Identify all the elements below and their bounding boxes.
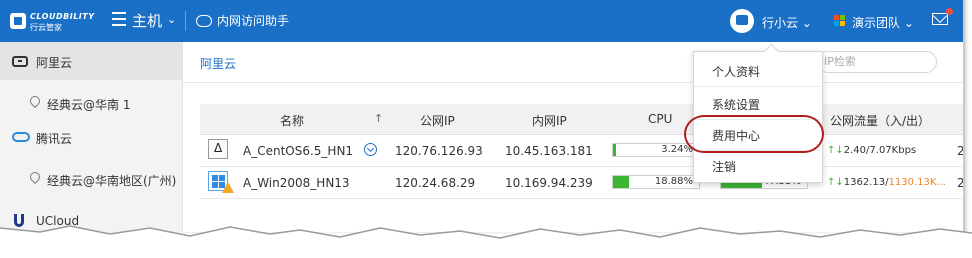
annotation-highlight-circle — [684, 115, 824, 153]
user-menu-toggle[interactable]: 行小云 ⌄ — [762, 14, 812, 31]
warning-icon — [222, 182, 234, 193]
brand-name-cn: 行云管家 — [30, 23, 62, 32]
menu-item-profile[interactable]: 个人资料 — [694, 54, 820, 86]
search-input[interactable]: IP检索 — [817, 51, 937, 73]
traffic-value: ↑↓1362.13/1130.13K... — [827, 177, 946, 188]
row-extra-value: 2 — [957, 144, 965, 158]
menu-item-label: 个人资料 — [712, 65, 761, 79]
traffic-in-value: 1362.13/ — [843, 177, 889, 188]
table-row[interactable]: A_CentOS6.5_HN1 120.76.126.93 10.45.163.… — [200, 135, 963, 167]
top-navigation-bar: CLOUDBILITY 行云管家 主机 ⌄ 内网访问助手 行小云 ⌄ 演示团队 … — [0, 0, 963, 42]
intranet-assistant-link[interactable]: 内网访问助手 — [196, 12, 289, 29]
column-header-traffic[interactable]: 公网流量（入/出） — [830, 112, 930, 129]
sidebar-item-label: 阿里云 — [36, 56, 73, 70]
team-icon — [834, 15, 846, 27]
intranet-assistant-label: 内网访问助手 — [217, 14, 290, 28]
row-extra-value: 2 — [957, 176, 965, 190]
tencent-cloud-icon — [12, 132, 30, 142]
public-ip: 120.24.68.29 — [395, 176, 476, 190]
traffic-arrows-icon: ↑↓ — [827, 145, 844, 156]
sidebar-item-tencent[interactable]: 腾讯云 — [0, 118, 182, 156]
chevron-down-icon[interactable]: ⌄ — [167, 13, 176, 26]
sidebar-item-label: 经典云@华南地区(广州) — [47, 174, 177, 188]
linux-icon — [208, 139, 228, 159]
public-ip: 120.76.126.93 — [395, 144, 483, 158]
column-header-private-ip[interactable]: 内网IP — [532, 112, 567, 129]
notification-dot — [946, 8, 953, 15]
breadcrumb[interactable]: 阿里云 — [200, 55, 236, 72]
cpu-usage-bar: 18.88% — [612, 175, 700, 189]
private-ip: 10.169.94.239 — [505, 176, 593, 190]
sidebar: 阿里云 经典云@华南 1 腾讯云 经典云@华南地区(广州) UCloud — [0, 42, 183, 232]
table-row[interactable]: A_Win2008_HN13 120.24.68.29 10.169.94.23… — [200, 167, 963, 199]
main-content: 阿里云 IP检索 名称 ↑ 公网IP 内网IP CPU 内存 公网流量（入/出）… — [183, 42, 963, 232]
torn-paper-edge — [0, 225, 972, 258]
private-ip: 10.45.163.181 — [505, 144, 593, 158]
host-name[interactable]: A_CentOS6.5_HN1 — [243, 144, 353, 158]
traffic-out-value: 1130.13K... — [888, 177, 946, 188]
location-pin-icon — [27, 93, 43, 109]
column-header-public-ip[interactable]: 公网IP — [420, 112, 455, 129]
menu-item-label: 注销 — [712, 160, 737, 174]
brand-logo[interactable]: CLOUDBILITY 行云管家 — [10, 10, 102, 32]
aliyun-icon — [12, 56, 28, 67]
location-pin-icon — [27, 169, 43, 185]
menu-item-logout[interactable]: 注销 — [694, 149, 820, 181]
team-menu-toggle[interactable]: 演示团队 ⌄ — [852, 14, 914, 31]
traffic-in-value: 2.40/7.07Kbps — [843, 145, 917, 156]
brand-name-en: CLOUDBILITY — [30, 12, 95, 21]
cpu-usage-fill — [613, 176, 630, 188]
sidebar-item-region[interactable]: 经典云@华南地区(广州) — [0, 160, 182, 198]
user-avatar[interactable] — [730, 9, 754, 33]
column-header-cpu[interactable]: CPU — [648, 112, 672, 126]
app-window: CLOUDBILITY 行云管家 主机 ⌄ 内网访问助手 行小云 ⌄ 演示团队 … — [0, 0, 965, 232]
cloud-link-icon — [196, 14, 212, 27]
table-header: 名称 ↑ 公网IP 内网IP CPU 内存 公网流量（入/出） — [200, 104, 963, 135]
traffic-value: ↑↓2.40/7.07Kbps — [827, 145, 916, 156]
sort-arrow-icon[interactable]: ↑ — [374, 112, 383, 125]
sidebar-item-region[interactable]: 经典云@华南 1 — [0, 84, 182, 122]
sidebar-item-label: 经典云@华南 1 — [47, 98, 131, 112]
host-name[interactable]: A_Win2008_HN13 — [243, 176, 350, 190]
traffic-arrows-icon: ↑↓ — [827, 177, 844, 188]
cpu-usage-fill — [613, 144, 616, 156]
column-header-name[interactable]: 名称 — [280, 112, 304, 129]
menu-item-label: 系统设置 — [712, 98, 761, 112]
mail-icon[interactable] — [932, 13, 948, 25]
section-title[interactable]: 主机 — [132, 10, 162, 31]
brand-logo-icon — [10, 13, 26, 29]
expand-chevron-icon[interactable] — [364, 143, 377, 156]
sidebar-item-label: 腾讯云 — [36, 132, 73, 146]
header-divider — [185, 11, 186, 31]
sidebar-item-aliyun[interactable]: 阿里云 — [0, 42, 182, 80]
hamburger-menu-icon[interactable] — [112, 12, 126, 26]
breadcrumb-bar: 阿里云 IP检索 — [183, 42, 963, 83]
cpu-usage-value: 18.88% — [654, 176, 693, 187]
